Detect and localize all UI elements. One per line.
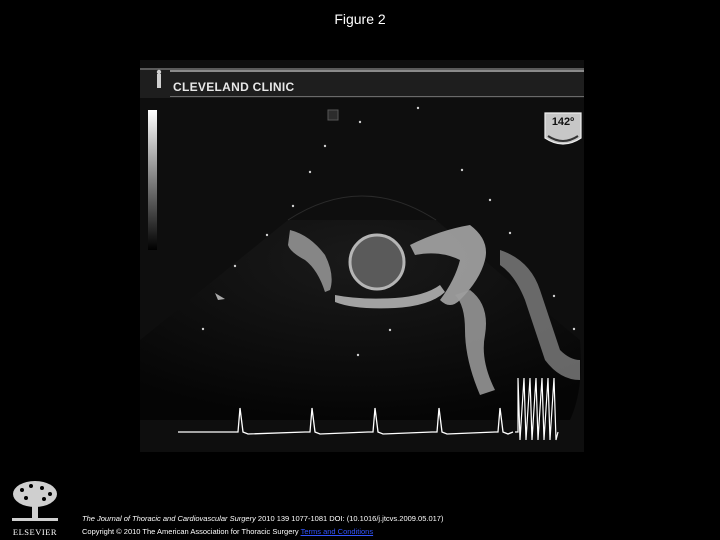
copyright-line: Copyright © 2010 The American Associatio… <box>82 525 443 538</box>
journal-name: The Journal of Thoracic and Cardiovascul… <box>82 514 256 523</box>
citation-details: 2010 139 1077-1081 DOI: (10.1016/j.jtcvs… <box>255 514 444 523</box>
brand-label: CLEVELAND CLINIC <box>173 80 295 94</box>
publisher-name: ELSEVIER <box>12 527 58 537</box>
grayscale-bar <box>148 110 157 250</box>
figure-footer: The Journal of Thoracic and Cardiovascul… <box>82 512 443 538</box>
figure-title: Figure 2 <box>334 11 386 27</box>
probe-logo-icon <box>156 69 162 88</box>
citation-line: The Journal of Thoracic and Cardiovascul… <box>82 512 443 525</box>
terms-link[interactable]: Terms and Conditions <box>301 527 374 536</box>
copyright-text: Copyright © 2010 The American Associatio… <box>82 527 301 536</box>
angle-label: 142º <box>551 116 575 128</box>
echocardiogram-image: CLEVELAND CLINIC 142º <box>140 60 584 452</box>
